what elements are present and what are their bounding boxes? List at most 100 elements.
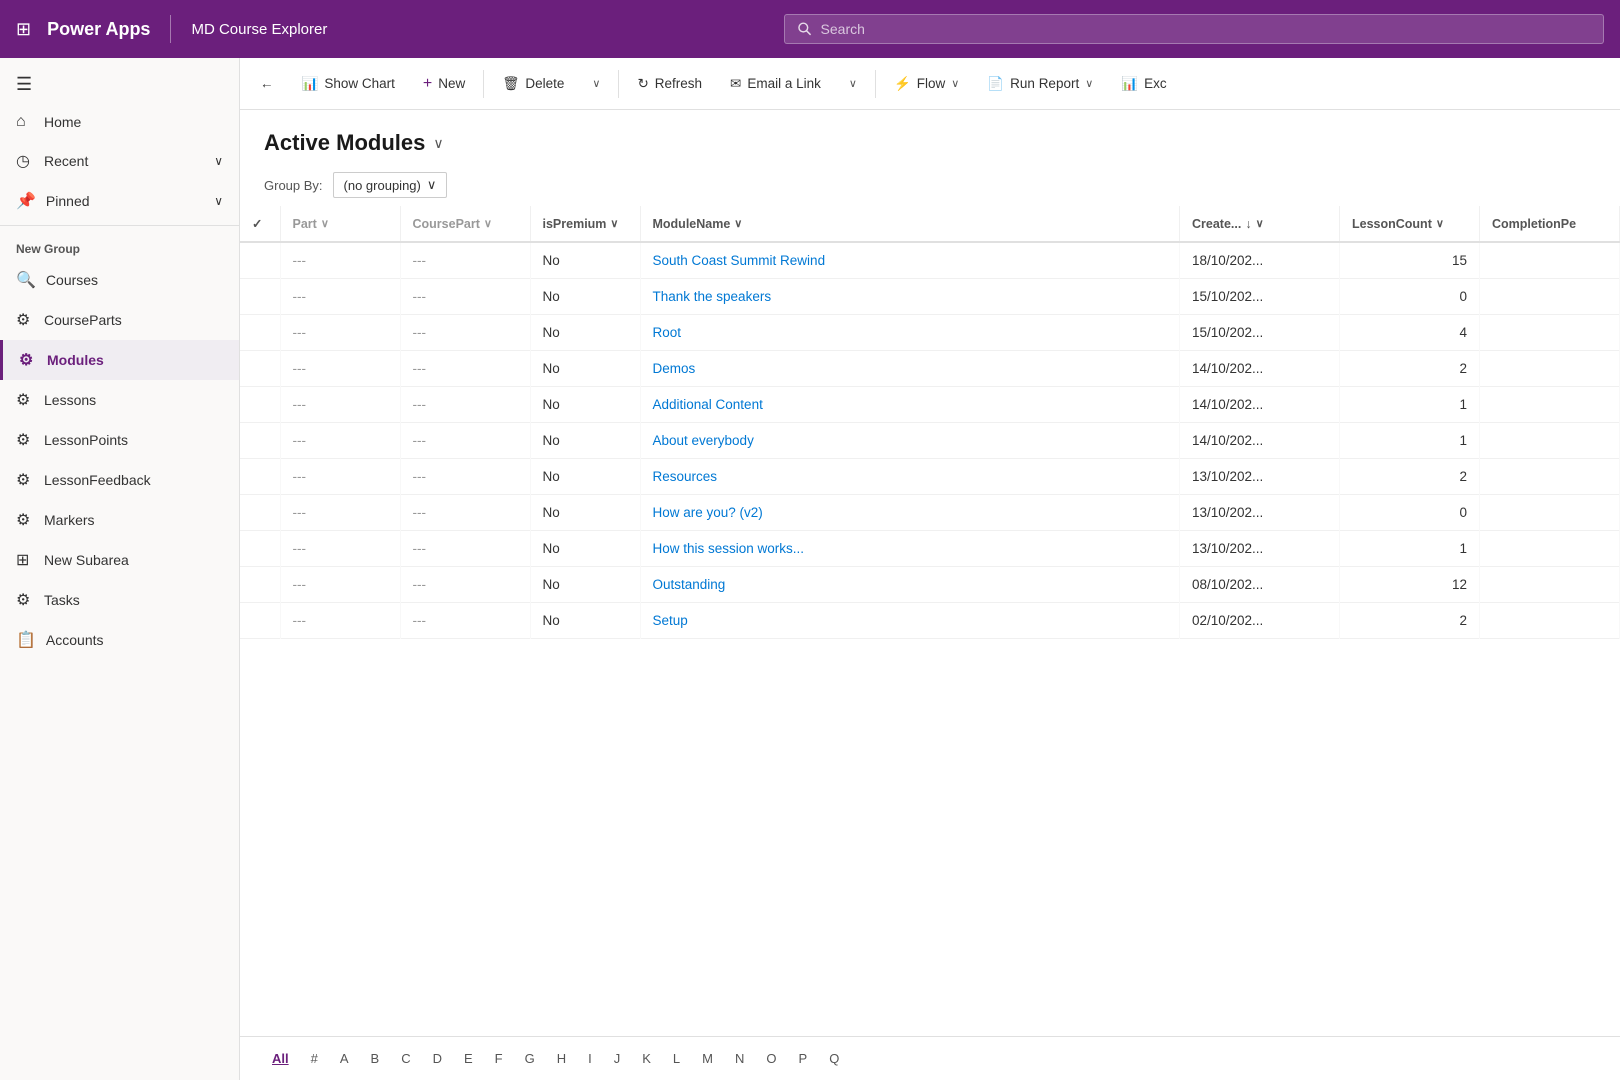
- table-row[interactable]: --- --- No South Coast Summit Rewind 18/…: [240, 242, 1620, 279]
- col-modulename-header[interactable]: ModuleName ∨: [640, 206, 1180, 242]
- pagination-letter-a[interactable]: A: [332, 1047, 357, 1070]
- pagination-letter-n[interactable]: N: [727, 1047, 752, 1070]
- pagination-letter-l[interactable]: L: [665, 1047, 688, 1070]
- row-completionpe: [1480, 387, 1620, 423]
- pagination-letter-#[interactable]: #: [303, 1047, 326, 1070]
- hamburger-icon[interactable]: ☰: [12, 70, 36, 98]
- row-modulename[interactable]: Setup: [640, 603, 1180, 639]
- pagination-letter-o[interactable]: O: [758, 1047, 784, 1070]
- row-coursepart: ---: [400, 531, 530, 567]
- run-report-button[interactable]: 📄 Run Report ∨: [975, 70, 1105, 98]
- pagination-letter-m[interactable]: M: [694, 1047, 721, 1070]
- sidebar-accounts-label: Accounts: [46, 632, 104, 648]
- grid-icon[interactable]: ⊞: [16, 19, 31, 40]
- show-chart-button[interactable]: 📊 Show Chart: [290, 70, 407, 98]
- pagination-letter-b[interactable]: B: [363, 1047, 388, 1070]
- sidebar-item-courses[interactable]: 🔍 Courses: [0, 260, 239, 300]
- sidebar-item-lessons[interactable]: ⚙ Lessons: [0, 380, 239, 420]
- col-check[interactable]: ✓: [240, 206, 280, 242]
- search-input[interactable]: [821, 21, 1591, 37]
- newsubarea-icon: ⊞: [16, 550, 34, 570]
- col-ispremium-header[interactable]: isPremium ∨: [530, 206, 640, 242]
- row-modulename[interactable]: Thank the speakers: [640, 279, 1180, 315]
- table-row[interactable]: --- --- No Additional Content 14/10/202.…: [240, 387, 1620, 423]
- sidebar-item-tasks[interactable]: ⚙ Tasks: [0, 580, 239, 620]
- search-bar[interactable]: [784, 14, 1604, 44]
- row-part: ---: [280, 351, 400, 387]
- table-row[interactable]: --- --- No Thank the speakers 15/10/202.…: [240, 279, 1620, 315]
- pagination-letter-f[interactable]: F: [487, 1047, 511, 1070]
- pagination-letter-g[interactable]: G: [517, 1047, 543, 1070]
- col-created-header[interactable]: Create... ↓ ∨: [1180, 206, 1340, 242]
- table-row[interactable]: --- --- No Root 15/10/202... 4: [240, 315, 1620, 351]
- sidebar-item-pinned[interactable]: 📌 Pinned ∨: [0, 181, 239, 221]
- row-modulename[interactable]: Root: [640, 315, 1180, 351]
- col-coursepart-header[interactable]: CoursePart ∨: [400, 206, 530, 242]
- sidebar-item-markers[interactable]: ⚙ Markers: [0, 500, 239, 540]
- group-by-value: (no grouping): [344, 178, 421, 193]
- pagination-letter-c[interactable]: C: [393, 1047, 418, 1070]
- group-by-bar: Group By: (no grouping) ∨: [240, 164, 1620, 206]
- row-coursepart: ---: [400, 495, 530, 531]
- pagination-letter-e[interactable]: E: [456, 1047, 481, 1070]
- pagination-bar: All # ABCDEFGHIJKLMNOPQ: [240, 1036, 1620, 1080]
- email-icon: ✉: [730, 76, 741, 92]
- flow-button[interactable]: ⚡ Flow ∨: [882, 70, 971, 98]
- pagination-letter-i[interactable]: I: [580, 1047, 600, 1070]
- row-completionpe: [1480, 242, 1620, 279]
- sidebar-item-modules[interactable]: ⚙ Modules: [0, 340, 239, 380]
- row-completionpe: [1480, 351, 1620, 387]
- back-button[interactable]: ←: [248, 70, 286, 97]
- sidebar-item-lessonfeedback[interactable]: ⚙ LessonFeedback: [0, 460, 239, 500]
- pagination-letter-p[interactable]: P: [791, 1047, 816, 1070]
- row-modulename[interactable]: How are you? (v2): [640, 495, 1180, 531]
- refresh-icon: ↻: [637, 76, 648, 92]
- pagination-letter-k[interactable]: K: [634, 1047, 659, 1070]
- delete-chevron-button[interactable]: ∨: [580, 71, 612, 96]
- email-link-button[interactable]: ✉ Email a Link: [718, 70, 833, 98]
- refresh-button[interactable]: ↻ Refresh: [625, 70, 714, 98]
- delete-button[interactable]: 🗑 Delete: [490, 70, 576, 98]
- row-check: [240, 387, 280, 423]
- sidebar-item-recent[interactable]: ◷ Recent ∨: [0, 141, 239, 181]
- sidebar-item-courseparts[interactable]: ⚙ CourseParts: [0, 300, 239, 340]
- sidebar-markers-label: Markers: [44, 512, 95, 528]
- sidebar-item-accounts[interactable]: 📋 Accounts: [0, 620, 239, 660]
- row-ispremium: No: [530, 567, 640, 603]
- table-row[interactable]: --- --- No Resources 13/10/202... 2: [240, 459, 1620, 495]
- table-row[interactable]: --- --- No How are you? (v2) 13/10/202..…: [240, 495, 1620, 531]
- col-lessoncount-header[interactable]: LessonCount ∨: [1340, 206, 1480, 242]
- table-row[interactable]: --- --- No Demos 14/10/202... 2: [240, 351, 1620, 387]
- pagination-letter-all[interactable]: All: [264, 1047, 297, 1070]
- row-modulename[interactable]: Demos: [640, 351, 1180, 387]
- row-lessoncount: 0: [1340, 279, 1480, 315]
- group-by-select[interactable]: (no grouping) ∨: [333, 172, 448, 198]
- command-bar: ← 📊 Show Chart + New 🗑 Delete ∨ ↻ Refres…: [240, 58, 1620, 110]
- email-chevron-button[interactable]: ∨: [837, 71, 869, 96]
- new-button[interactable]: + New: [411, 69, 477, 99]
- pagination-letter-h[interactable]: H: [549, 1047, 574, 1070]
- row-created: 15/10/202...: [1180, 315, 1340, 351]
- page-title-chevron[interactable]: ∨: [433, 135, 443, 152]
- row-created: 14/10/202...: [1180, 423, 1340, 459]
- sidebar-item-lessonpoints[interactable]: ⚙ LessonPoints: [0, 420, 239, 460]
- row-modulename[interactable]: About everybody: [640, 423, 1180, 459]
- row-modulename[interactable]: How this session works...: [640, 531, 1180, 567]
- sidebar-item-newsubarea[interactable]: ⊞ New Subarea: [0, 540, 239, 580]
- table-row[interactable]: --- --- No Outstanding 08/10/202... 12: [240, 567, 1620, 603]
- col-part-header[interactable]: Part ∨: [280, 206, 400, 242]
- row-modulename[interactable]: South Coast Summit Rewind: [640, 242, 1180, 279]
- table-row[interactable]: --- --- No How this session works... 13/…: [240, 531, 1620, 567]
- table-row[interactable]: --- --- No About everybody 14/10/202... …: [240, 423, 1620, 459]
- row-modulename[interactable]: Additional Content: [640, 387, 1180, 423]
- excel-button[interactable]: 📊 Exc: [1109, 70, 1178, 98]
- col-completionpe-header[interactable]: CompletionPe: [1480, 206, 1620, 242]
- row-modulename[interactable]: Resources: [640, 459, 1180, 495]
- main-content: ← 📊 Show Chart + New 🗑 Delete ∨ ↻ Refres…: [240, 58, 1620, 1080]
- pagination-letter-j[interactable]: J: [606, 1047, 629, 1070]
- sidebar-item-home[interactable]: ⌂ Home: [0, 103, 239, 141]
- table-row[interactable]: --- --- No Setup 02/10/202... 2: [240, 603, 1620, 639]
- pagination-letter-q[interactable]: Q: [821, 1047, 847, 1070]
- row-modulename[interactable]: Outstanding: [640, 567, 1180, 603]
- pagination-letter-d[interactable]: D: [425, 1047, 450, 1070]
